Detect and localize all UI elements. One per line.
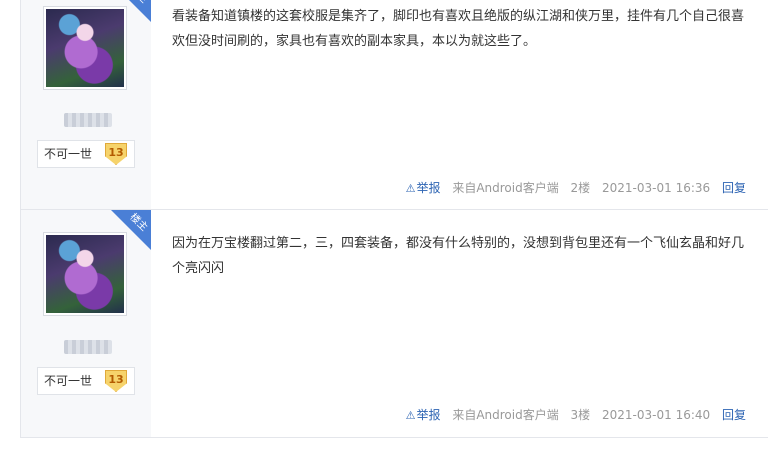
thread: 楼主 不可一世 13 看装备知道镇楼的这套校服是集齐了，脚印也有喜欢且绝版的纵江… — [20, 0, 768, 454]
post-content: 看装备知道镇楼的这套校服是集齐了，脚印也有喜欢且绝版的纵江湖和侠万里，挂件有几个… — [172, 9, 745, 49]
user-level[interactable]: 不可一世 13 — [37, 140, 135, 168]
reply-button[interactable]: 回复 — [722, 181, 746, 195]
level-title: 不可一世 — [44, 374, 93, 388]
post-author-panel: 楼主 不可一世 13 — [20, 0, 151, 210]
report-label: 举报 — [416, 181, 441, 195]
post-time: 2021-03-01 16:40 — [602, 408, 711, 422]
post-meta: ⚠举报 来自Android客户端 2楼 2021-03-01 16:36 回复 — [398, 180, 746, 196]
page-gutter — [0, 0, 20, 454]
post-author-panel: 楼主 不可一世 13 — [20, 210, 151, 438]
username[interactable] — [64, 113, 112, 127]
level-shield-icon: 13 — [105, 370, 127, 392]
post-floor-2: 楼主 不可一世 13 看装备知道镇楼的这套校服是集齐了，脚印也有喜欢且绝版的纵江… — [20, 0, 768, 210]
warning-triangle-icon: ⚠ — [405, 182, 416, 195]
level-title: 不可一世 — [44, 147, 93, 161]
reply-button[interactable]: 回复 — [722, 408, 746, 422]
post-meta: ⚠举报 来自Android客户端 3楼 2021-03-01 16:40 回复 — [398, 407, 746, 423]
floor-number: 2楼 — [570, 181, 591, 195]
post-content: 因为在万宝楼翻过第二，三，四套装备，都没有什么特别的，没想到背包里还有一个飞仙玄… — [172, 236, 745, 276]
report-link[interactable]: ⚠举报 — [406, 408, 441, 422]
user-level[interactable]: 不可一世 13 — [37, 367, 135, 395]
level-shield-icon: 13 — [105, 143, 127, 165]
post-floor-3: 楼主 不可一世 13 因为在万宝楼翻过第二，三，四套装备，都没有什么特别的，没想… — [20, 210, 768, 438]
username[interactable] — [64, 340, 112, 354]
report-link[interactable]: ⚠举报 — [406, 181, 441, 195]
warning-triangle-icon: ⚠ — [405, 409, 416, 422]
client-source[interactable]: 来自Android客户端 — [452, 181, 558, 195]
op-badge: 楼主 — [111, 210, 151, 250]
post-time: 2021-03-01 16:36 — [602, 181, 711, 195]
op-badge: 楼主 — [111, 0, 151, 22]
post-divider — [20, 437, 768, 438]
report-label: 举报 — [416, 408, 441, 422]
floor-number: 3楼 — [570, 408, 591, 422]
client-source[interactable]: 来自Android客户端 — [452, 408, 558, 422]
